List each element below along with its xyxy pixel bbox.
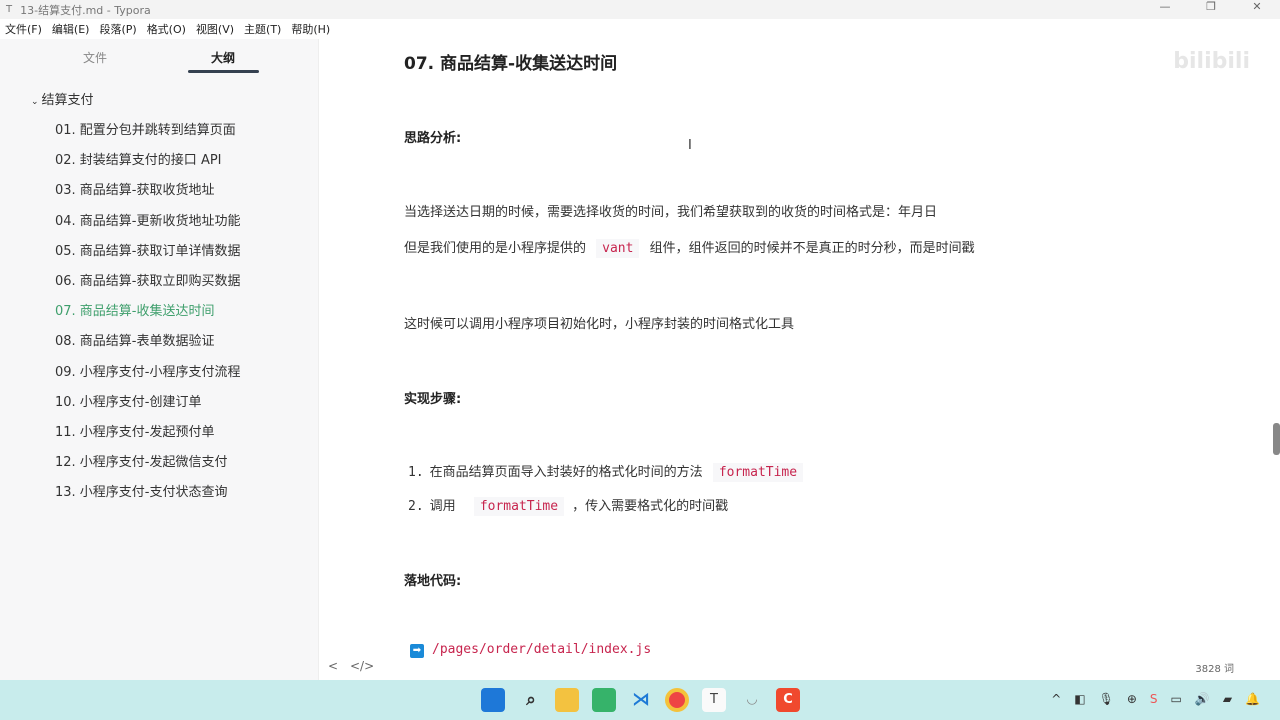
menu-theme[interactable]: 主题(T) [244, 21, 281, 37]
tab-outline[interactable]: 大纲 [211, 49, 235, 66]
vscode-icon[interactable]: ⋊ [629, 688, 653, 712]
recorder-icon[interactable]: C [776, 688, 800, 712]
scrollbar[interactable] [1273, 423, 1280, 455]
outline-item[interactable]: 10. 小程序支付-创建订单 [0, 394, 319, 424]
source-mode-button[interactable]: </> [350, 659, 374, 673]
outline-item[interactable]: 05. 商品结算-获取订单详情数据 [0, 243, 319, 273]
doc-heading: 07. 商品结算-收集送达时间 [404, 54, 618, 74]
network-icon[interactable]: ▭ [1171, 692, 1182, 706]
taskbar: ⌕ ⋊ T ◡ C ^ ◧ 🎙 ⊕ S ▭ 🔊 ▰ 🔔 [0, 680, 1280, 720]
outline-root[interactable]: ⌄ 结算支付 [0, 92, 319, 122]
inline-code: formatTime [473, 497, 565, 516]
inline-code: vant [596, 239, 640, 258]
tab-files[interactable]: 文件 [83, 49, 107, 66]
app-icon[interactable]: ◡ [740, 688, 764, 712]
outline-item[interactable]: 01. 配置分包并跳转到结算页面 [0, 122, 319, 152]
text: 但是我们使用的是小程序提供的 [404, 241, 587, 256]
text: 在商品结算页面导入封装好的格式化时间的方法 [429, 465, 703, 480]
outline-item[interactable]: 13. 小程序支付-支付状态查询 [0, 484, 319, 514]
list-number: 2. [408, 499, 424, 514]
active-tab-indicator [188, 70, 259, 73]
outline-item[interactable]: 06. 商品结算-获取立即购买数据 [0, 273, 319, 303]
list-item: 1. 在商品结算页面导入封装好的格式化时间的方法 formatTime [408, 461, 804, 482]
path-code: /pages/order/detail/index.js [432, 642, 652, 657]
sogou-icon[interactable]: S [1150, 692, 1158, 706]
code-label: 落地代码: [404, 574, 462, 589]
paragraph: 这时候可以调用小程序项目初始化时，小程序封装的时间格式化工具 [404, 317, 795, 332]
system-tray: ^ ◧ 🎙 ⊕ S ▭ 🔊 ▰ 🔔 [1051, 692, 1260, 706]
menu-file[interactable]: 文件(F) [5, 21, 42, 37]
outline-item[interactable]: 11. 小程序支付-发起预付单 [0, 424, 319, 454]
menu-paragraph[interactable]: 段落(P) [99, 21, 136, 37]
text: ，传入需要格式化的时间戳 [572, 499, 729, 514]
menu-bar: 文件(F) 编辑(E) 段落(P) 格式(O) 视图(V) 主题(T) 帮助(H… [0, 19, 1280, 39]
text: 组件，组件返回的时候并不是真正的时分秒，而是时间戳 [649, 241, 975, 256]
chevron-up-icon[interactable]: ^ [1051, 692, 1061, 706]
steps-label: 实现步骤: [404, 392, 462, 407]
sidebar-toggle-button[interactable]: < [328, 659, 338, 673]
text: 调用 [429, 499, 456, 514]
outline-item[interactable]: 03. 商品结算-获取收货地址 [0, 182, 319, 212]
windows-start-icon[interactable] [481, 688, 505, 712]
chevron-down-icon: ⌄ [31, 97, 39, 107]
file-explorer-icon[interactable] [555, 688, 579, 712]
word-count[interactable]: 3828 词 [1195, 660, 1234, 675]
outline-item[interactable]: 02. 封装结算支付的接口 API [0, 152, 319, 182]
bookmark-icon[interactable]: ◧ [1074, 692, 1085, 706]
app-icon: T [6, 4, 13, 15]
outline-item[interactable]: 07. 商品结算-收集送达时间 [0, 303, 319, 333]
search-icon[interactable]: ⌕ [519, 688, 543, 712]
minimize-button[interactable]: — [1142, 0, 1188, 13]
input-method-icon[interactable]: ⊕ [1127, 692, 1137, 706]
volume-icon[interactable]: 🔊 [1195, 692, 1210, 706]
menu-edit[interactable]: 编辑(E) [52, 21, 90, 37]
notification-icon[interactable]: 🔔 [1245, 692, 1260, 706]
paragraph: 当选择送达日期的时候，需要选择收货的时间，我们希望获取到的收货的时间格式是：年月… [404, 205, 938, 220]
list-item: 2. 调用 formatTime ，传入需要格式化的时间戳 [408, 495, 729, 516]
typora-icon[interactable]: T [702, 688, 726, 712]
outline-tree: ⌄ 结算支付 01. 配置分包并跳转到结算页面 02. 封装结算支付的接口 API 0… [0, 92, 319, 514]
close-button[interactable]: ✕ [1234, 0, 1280, 13]
editor[interactable]: 07. 商品结算-收集送达时间 bilibili 思路分析: 当选择送达日期的时… [320, 39, 1280, 680]
microphone-icon[interactable]: 🎙 [1099, 692, 1114, 706]
chrome-icon[interactable] [665, 688, 689, 712]
paragraph: 但是我们使用的是小程序提供的 vant 组件，组件返回的时候并不是真正的时分秒，… [404, 237, 975, 258]
outline-item[interactable]: 12. 小程序支付-发起微信支付 [0, 454, 319, 484]
window-title: 13-结算支付.md - Typora [20, 3, 151, 17]
title-bar: T 13-结算支付.md - Typora — ❐ ✕ [0, 0, 1280, 19]
wechat-devtools-icon[interactable] [592, 688, 616, 712]
maximize-button[interactable]: ❐ [1188, 0, 1234, 13]
outline-item[interactable]: 04. 商品结算-更新收货地址功能 [0, 213, 319, 243]
outline-item[interactable]: 08. 商品结算-表单数据验证 [0, 333, 319, 363]
list-number: 1. [408, 465, 424, 480]
text-cursor-icon: I [688, 138, 692, 153]
bilibili-watermark: bilibili [1173, 49, 1250, 74]
menu-view[interactable]: 视图(V) [196, 21, 234, 37]
inline-code: formatTime [712, 463, 804, 482]
battery-icon[interactable]: ▰ [1223, 692, 1232, 706]
menu-help[interactable]: 帮助(H) [291, 21, 330, 37]
menu-format[interactable]: 格式(O) [147, 21, 186, 37]
outline-item[interactable]: 09. 小程序支付-小程序支付流程 [0, 364, 319, 394]
outline-root-label: 结算支付 [41, 93, 94, 108]
sidebar: 文件 大纲 ⌄ 结算支付 01. 配置分包并跳转到结算页面 02. 封装结算支付的接… [0, 39, 319, 680]
analysis-label: 思路分析: [404, 131, 462, 146]
